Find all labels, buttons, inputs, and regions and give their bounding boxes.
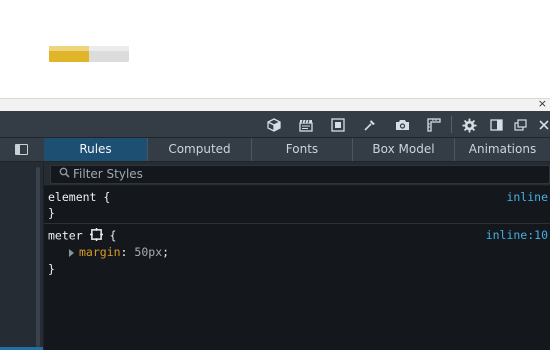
rules-panel: element { inline } meter { inline:10 mar… [44,186,550,350]
filter-box [50,165,550,184]
rule-source-link[interactable]: inline [506,190,548,204]
close-icon[interactable]: × [538,97,547,110]
rule-meter: meter { inline:10 margin: 50px; } [44,225,550,285]
rule-source-link[interactable]: inline:10 [486,228,548,242]
filter-styles-input[interactable] [73,166,543,183]
rule-open-brace: { [109,228,117,243]
tab-fonts[interactable]: Fonts [252,138,353,161]
close-icon[interactable] [536,117,550,133]
tab-computed[interactable]: Computed [148,138,252,161]
rule-selector[interactable]: meter [48,229,83,243]
box-3d-icon[interactable] [266,117,282,133]
tab-rules[interactable]: Rules [44,138,148,161]
declaration: margin: 50px; [79,245,169,259]
tab-animations[interactable]: Animations [455,138,550,161]
page-viewport [0,0,550,98]
gear-icon[interactable] [461,117,477,133]
markup-sidebar [0,138,44,350]
meter-fill [49,46,89,62]
property-colon: : [120,245,128,259]
eyedropper-icon[interactable] [362,117,378,133]
inspector-tabs: Rules Computed Fonts Box Model Animation… [44,138,550,162]
rule-close-brace: } [48,206,55,220]
devtools-toolbar [0,111,550,138]
rule-element: element { inline } [44,186,550,224]
filter-row [44,162,550,186]
search-icon [59,167,70,181]
camera-icon[interactable] [394,117,410,133]
rule-selector[interactable]: element [48,190,96,204]
property-name[interactable]: margin [79,245,121,259]
popout-icon[interactable] [512,117,528,133]
devtools-toolbox: Rules Computed Fonts Box Model Animation… [0,111,550,350]
rule-open-brace: { [103,190,111,204]
toolbar-separator [451,116,452,133]
meter-element [49,46,129,62]
pane-toggle-icon[interactable] [15,144,28,155]
tab-box-model[interactable]: Box Model [353,138,455,161]
rule-selector-line: meter { [48,228,116,244]
sidebar-header [0,138,44,162]
responsive-mode-icon[interactable] [330,117,346,133]
ruler-icon[interactable] [426,117,442,133]
sidebar-scrollbar[interactable] [36,167,40,347]
rule-close-brace: } [48,262,55,276]
rule-selector-line: element { [48,190,110,204]
highlighter-toggle-icon[interactable] [89,228,103,244]
dock-side-icon[interactable] [488,117,504,133]
property-semicolon: ; [162,245,170,259]
clapperboard-icon[interactable] [298,117,314,133]
toolbox-splitter[interactable]: × [0,97,550,111]
property-value[interactable]: 50px [134,245,162,259]
expand-twisty-icon[interactable] [69,249,74,257]
